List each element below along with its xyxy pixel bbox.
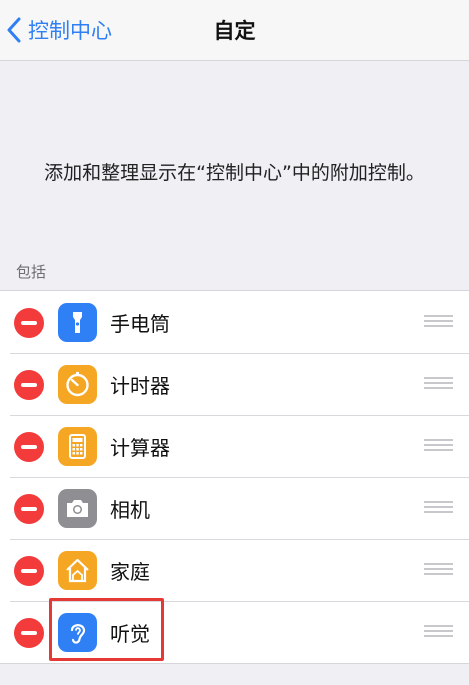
- remove-button[interactable]: [14, 556, 44, 586]
- drag-handle[interactable]: [424, 439, 453, 453]
- drag-handle[interactable]: [424, 377, 453, 391]
- list-item-home: 家庭: [0, 539, 469, 601]
- item-label: 计算器: [110, 436, 170, 460]
- home-icon: [58, 551, 97, 590]
- drag-handle[interactable]: [424, 501, 453, 515]
- description-text: 添加和整理显示在“控制中心”中的附加控制。: [44, 162, 425, 184]
- list-item-calculator: 计算器: [0, 415, 469, 477]
- item-label: 听觉: [110, 622, 150, 646]
- list-item-hearing: 听觉: [0, 601, 469, 663]
- item-label: 相机: [110, 498, 150, 522]
- drag-handle[interactable]: [424, 563, 453, 577]
- drag-handle[interactable]: [424, 315, 453, 329]
- list-item-camera: 相机: [0, 477, 469, 539]
- remove-button[interactable]: [14, 618, 44, 648]
- item-label: 计时器: [110, 374, 170, 398]
- included-controls-list: 手电筒 计时器 计算器 相机 家庭 听觉: [0, 290, 469, 664]
- remove-button[interactable]: [14, 370, 44, 400]
- list-item-timer: 计时器: [0, 353, 469, 415]
- remove-button[interactable]: [14, 432, 44, 462]
- remove-button[interactable]: [14, 494, 44, 524]
- camera-icon: [58, 489, 97, 528]
- list-item-flashlight: 手电筒: [0, 291, 469, 353]
- remove-button[interactable]: [14, 308, 44, 338]
- drag-handle[interactable]: [424, 625, 453, 639]
- page-title: 自定: [213, 19, 256, 43]
- ear-icon: [58, 613, 97, 652]
- section-header-included: 包括: [16, 263, 47, 281]
- item-label: 手电筒: [110, 312, 170, 336]
- navigation-bar: 控制中心 自定: [0, 0, 469, 61]
- flashlight-icon: [58, 303, 97, 342]
- calculator-icon: [58, 427, 97, 466]
- timer-icon: [58, 365, 97, 404]
- item-label: 家庭: [110, 560, 150, 584]
